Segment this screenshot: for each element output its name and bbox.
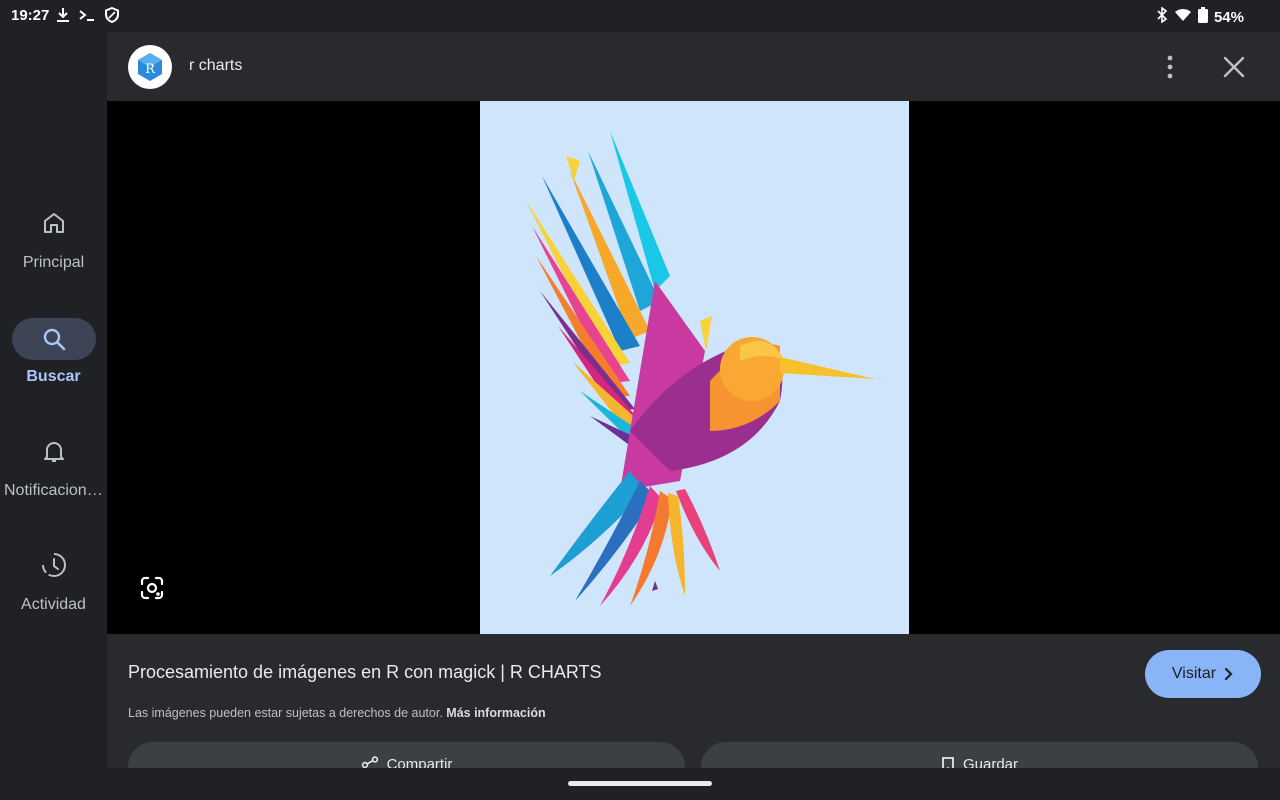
bookmark-icon [942,757,954,768]
rail-item-buscar[interactable]: Buscar [0,318,107,386]
image-viewer [107,101,1280,634]
result-image[interactable] [480,101,909,634]
activity-icon [12,544,96,586]
status-time: 19:27 [11,7,50,24]
share-button[interactable]: Compartir [128,742,685,768]
share-icon [361,756,378,768]
home-icon [12,202,96,244]
site-name[interactable]: r charts [189,57,242,75]
bluetooth-icon [1156,6,1168,28]
rail-item-notificaciones[interactable]: Notificaciones [0,430,107,500]
battery-icon [1197,7,1208,28]
rail-label-actividad: Actividad [21,596,86,613]
hummingbird-illustration [525,131,875,606]
visit-button-label: Visitar [1171,665,1217,682]
copyright-notice: Las imágenes pueden estar sujetas a dere… [128,706,546,720]
visit-button[interactable]: Visitar [1145,650,1261,698]
close-icon [1223,56,1245,78]
copyright-text: Las imágenes pueden estar sujetas a dere… [128,706,443,720]
navigation-rail: Principal Buscar Notificaciones Activida… [0,32,107,768]
rail-item-principal[interactable]: Principal [0,202,107,272]
gesture-handle[interactable] [568,781,712,786]
share-button-label: Compartir [386,756,453,768]
save-button[interactable]: Guardar [701,742,1258,768]
lens-button[interactable] [135,571,169,605]
terminal-icon [78,8,96,27]
rail-item-actividad[interactable]: Actividad [0,544,107,614]
result-info: Procesamiento de imágenes en R con magic… [107,634,1280,768]
shield-icon [104,6,120,28]
google-lens-icon [140,576,164,600]
battery-percent: 54% [1213,9,1244,26]
more-options-button[interactable] [1157,52,1183,82]
rail-label-buscar: Buscar [26,368,81,385]
rail-label-notificaciones: Notificaciones [4,482,104,499]
more-info-link[interactable]: Más información [446,706,545,720]
status-bar: 19:27 54% [0,0,1280,32]
rail-label-principal: Principal [22,254,85,271]
bell-icon [12,430,96,472]
r-logo-icon: R [138,53,162,81]
svg-text:R: R [145,62,156,77]
save-button-label: Guardar [962,756,1019,768]
site-favicon[interactable]: R [128,45,172,89]
result-title[interactable]: Procesamiento de imágenes en R con magic… [128,662,602,683]
image-result-panel: R r charts Procesamiento de imágenes en … [107,32,1280,768]
more-vert-icon [1167,55,1173,79]
download-icon [56,7,70,28]
close-button[interactable] [1219,52,1249,82]
chevron-right-icon [1224,667,1233,681]
system-navigation-bar [0,768,1280,800]
wifi-icon [1174,8,1192,27]
panel-header: R r charts [107,32,1280,101]
search-icon [11,318,96,360]
